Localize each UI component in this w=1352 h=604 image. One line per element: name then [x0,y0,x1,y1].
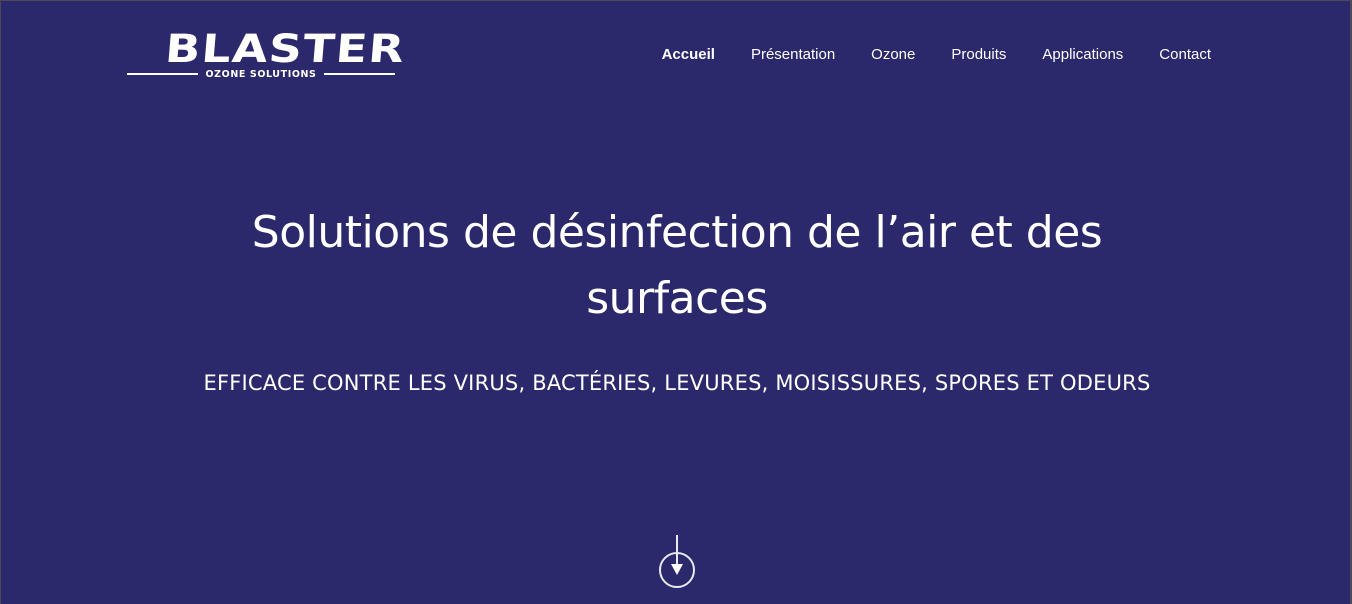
brand-logo[interactable]: BLASTER OZONE SOLUTIONS [127,27,407,80]
brand-name: BLASTER [163,27,407,72]
nav-item-accueil[interactable]: Accueil [662,45,715,65]
hero-subtitle: EFFICACE CONTRE LES VIRUS, BACTÉRIES, LE… [203,371,1151,395]
main-navigation: Accueil Présentation Ozone Produits Appl… [662,45,1211,65]
nav-item-contact[interactable]: Contact [1159,45,1211,65]
scroll-down-button[interactable] [656,533,698,591]
hero-title: Solutions de désinfection de l’air et de… [251,207,1103,324]
tagline-right-rule [323,73,395,75]
tagline-left-rule [127,73,199,75]
page-background: BLASTER OZONE SOLUTIONS Accueil Présenta… [0,0,1352,604]
brand-tagline: OZONE SOLUTIONS [205,68,317,80]
nav-item-ozone[interactable]: Ozone [871,45,915,65]
nav-item-produits[interactable]: Produits [951,45,1006,65]
brand-tagline-row: OZONE SOLUTIONS [127,68,395,80]
arrow-down-circle-icon [659,535,695,588]
nav-item-presentation[interactable]: Présentation [751,45,835,65]
nav-item-applications[interactable]: Applications [1042,45,1123,65]
